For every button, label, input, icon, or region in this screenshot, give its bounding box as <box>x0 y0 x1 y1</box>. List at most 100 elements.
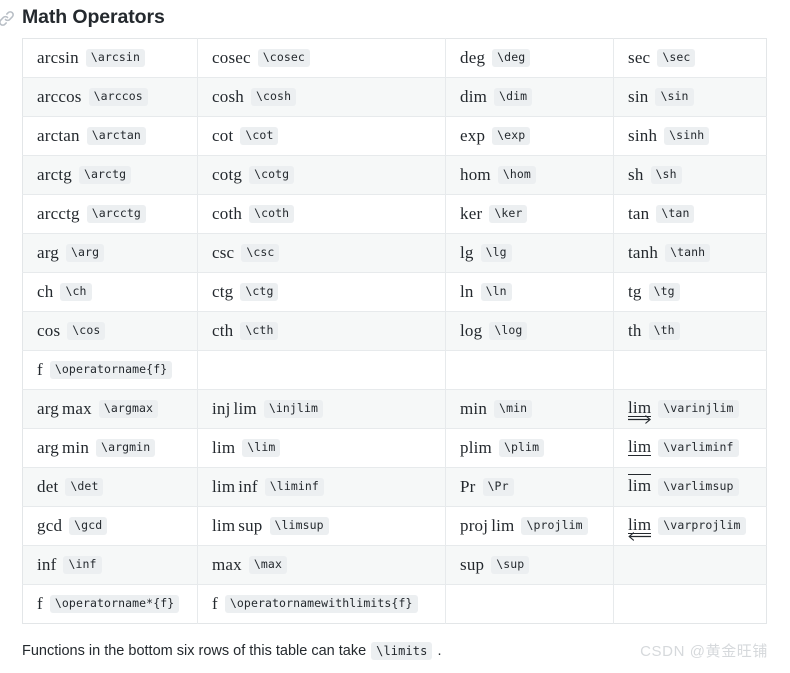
operator-cell: csc \csc <box>197 233 446 273</box>
operator-cell: exp \exp <box>445 116 614 156</box>
cell-content: gcd \gcd <box>37 517 197 535</box>
operator-cell: ch \ch <box>22 272 198 312</box>
operator-symbol: sh <box>628 165 644 184</box>
operator-symbol: min <box>460 399 488 418</box>
operator-cell: arcctg \arcctg <box>22 194 198 234</box>
note-tex-code: \limits <box>371 642 433 660</box>
tex-command-badge: \varliminf <box>658 439 739 457</box>
operator-cell: f \operatorname{f} <box>22 350 198 390</box>
underline-decoration <box>628 454 652 456</box>
cell-content: csc \csc <box>212 244 445 262</box>
operator-cell: hom \hom <box>445 155 614 195</box>
operator-symbol: csc <box>212 243 235 262</box>
table-row: arg max \argmax inj lim \injlim min \min lim \var… <box>22 389 767 429</box>
operator-symbol: sinh <box>628 126 658 145</box>
operator-cell: cos \cos <box>22 311 198 351</box>
operator-symbol: cos <box>37 321 61 340</box>
cell-content: arctan \arctan <box>37 127 197 145</box>
table-row: arg min \argmin lim \lim plim \plim lim \varlimi… <box>22 428 767 468</box>
tex-command-badge: \ctg <box>240 283 279 301</box>
operator-cell: log \log <box>445 311 614 351</box>
operator-symbol: cth <box>212 321 234 340</box>
operator-cell: lim \varinjlim <box>613 389 767 429</box>
table-row: cos \cos cth \cth log \log th \th <box>22 311 767 351</box>
tex-command-badge: \cth <box>240 322 279 340</box>
operator-symbol: cosec <box>212 48 251 67</box>
cell-content: f \operatorname{f} <box>37 361 197 379</box>
cell-content: proj lim \projlim <box>460 517 613 535</box>
note-text-before: Functions in the bottom six rows of this… <box>22 643 367 659</box>
operator-symbol: f <box>212 594 218 613</box>
tex-command-badge: \tanh <box>665 244 711 262</box>
operator-symbol: exp <box>460 126 486 145</box>
operator-symbol: ctg <box>212 282 234 301</box>
cell-content: deg \deg <box>460 49 613 67</box>
left-arrow-icon <box>628 532 652 541</box>
tex-command-badge: \max <box>248 556 287 574</box>
table-row: inf \inf max \max sup \sup <box>22 545 767 585</box>
tex-command-badge: \argmax <box>98 400 159 418</box>
operator-cell: lim \lim <box>197 428 446 468</box>
empty-cell <box>614 585 767 624</box>
table-row: arg \arg csc \csc lg \lg tanh \tanh <box>22 233 767 273</box>
cell-content: f \operatorname*{f} <box>37 595 197 613</box>
operator-cell: min \min <box>445 389 614 429</box>
cell-content: cos \cos <box>37 322 197 340</box>
operator-symbol: tanh <box>628 243 659 262</box>
cell-content: sinh \sinh <box>628 127 766 145</box>
tex-command-badge: \varlimsup <box>658 478 739 496</box>
cell-content: plim \plim <box>460 439 613 457</box>
link-icon[interactable] <box>0 8 16 28</box>
cell-content: max \max <box>212 556 445 574</box>
operator-symbol: arcctg <box>37 204 80 223</box>
operator-symbol: sin <box>628 87 649 106</box>
operator-symbol: lim <box>212 438 236 457</box>
tex-command-badge: \varprojlim <box>658 517 746 535</box>
tex-command-badge: \cot <box>240 127 279 145</box>
tex-command-badge: \det <box>65 478 104 496</box>
tex-command-badge: \deg <box>492 49 531 67</box>
operator-cell: arccos \arccos <box>22 77 198 117</box>
cell-content: cot \cot <box>212 127 445 145</box>
tex-command-badge: \sinh <box>664 127 710 145</box>
tex-command-badge: \Pr <box>482 478 514 496</box>
empty-cell <box>445 584 614 624</box>
operator-cell: inj lim \injlim <box>197 389 446 429</box>
table-row: gcd \gcd lim sup \limsup proj lim \projlim lim \v… <box>22 506 767 546</box>
operator-symbol: ch <box>37 282 54 301</box>
tex-command-badge: \varinjlim <box>658 400 739 418</box>
tex-command-badge: \min <box>494 400 533 418</box>
operator-cell: tg \tg <box>613 272 767 312</box>
cell-content: lim \lim <box>212 439 445 457</box>
tex-command-badge: \sin <box>655 88 694 106</box>
empty-cell <box>445 350 614 390</box>
tex-command-badge: \arcsin <box>85 49 145 67</box>
cell-content: f \operatornamewithlimits{f} <box>212 595 445 613</box>
operator-symbol: lim inf <box>212 477 258 496</box>
tex-command-badge: \cotg <box>249 166 295 184</box>
operator-symbol: Pr <box>460 477 476 496</box>
operator-cell: tanh \tanh <box>613 233 767 273</box>
empty-cell <box>613 350 767 390</box>
tex-command-badge: \exp <box>492 127 531 145</box>
cell-content: log \log <box>460 322 613 340</box>
cell-content: hom \hom <box>460 166 613 184</box>
operator-cell: cot \cot <box>197 116 446 156</box>
operator-cell: lim \varlimsup <box>613 467 767 507</box>
operator-cell: cosec \cosec <box>197 38 446 78</box>
page-header: Math Operators <box>0 0 790 30</box>
operator-symbol: lim sup <box>212 516 263 535</box>
tex-command-badge: \liminf <box>264 478 324 496</box>
operator-cell: arg max \argmax <box>22 389 198 429</box>
tex-command-badge: \cosec <box>257 49 310 67</box>
operator-cell: ctg \ctg <box>197 272 446 312</box>
operator-symbol: arg max <box>37 399 92 418</box>
operator-cell: arctan \arctan <box>22 116 198 156</box>
operator-symbol: deg <box>460 48 486 67</box>
operator-symbol: lim <box>628 474 652 495</box>
operator-cell: lim \varprojlim <box>613 506 767 546</box>
cell-content: ker \ker <box>460 205 613 223</box>
tex-command-badge: \cos <box>67 322 106 340</box>
cell-content: arcctg \arcctg <box>37 205 197 223</box>
operator-symbol: sup <box>460 555 485 574</box>
